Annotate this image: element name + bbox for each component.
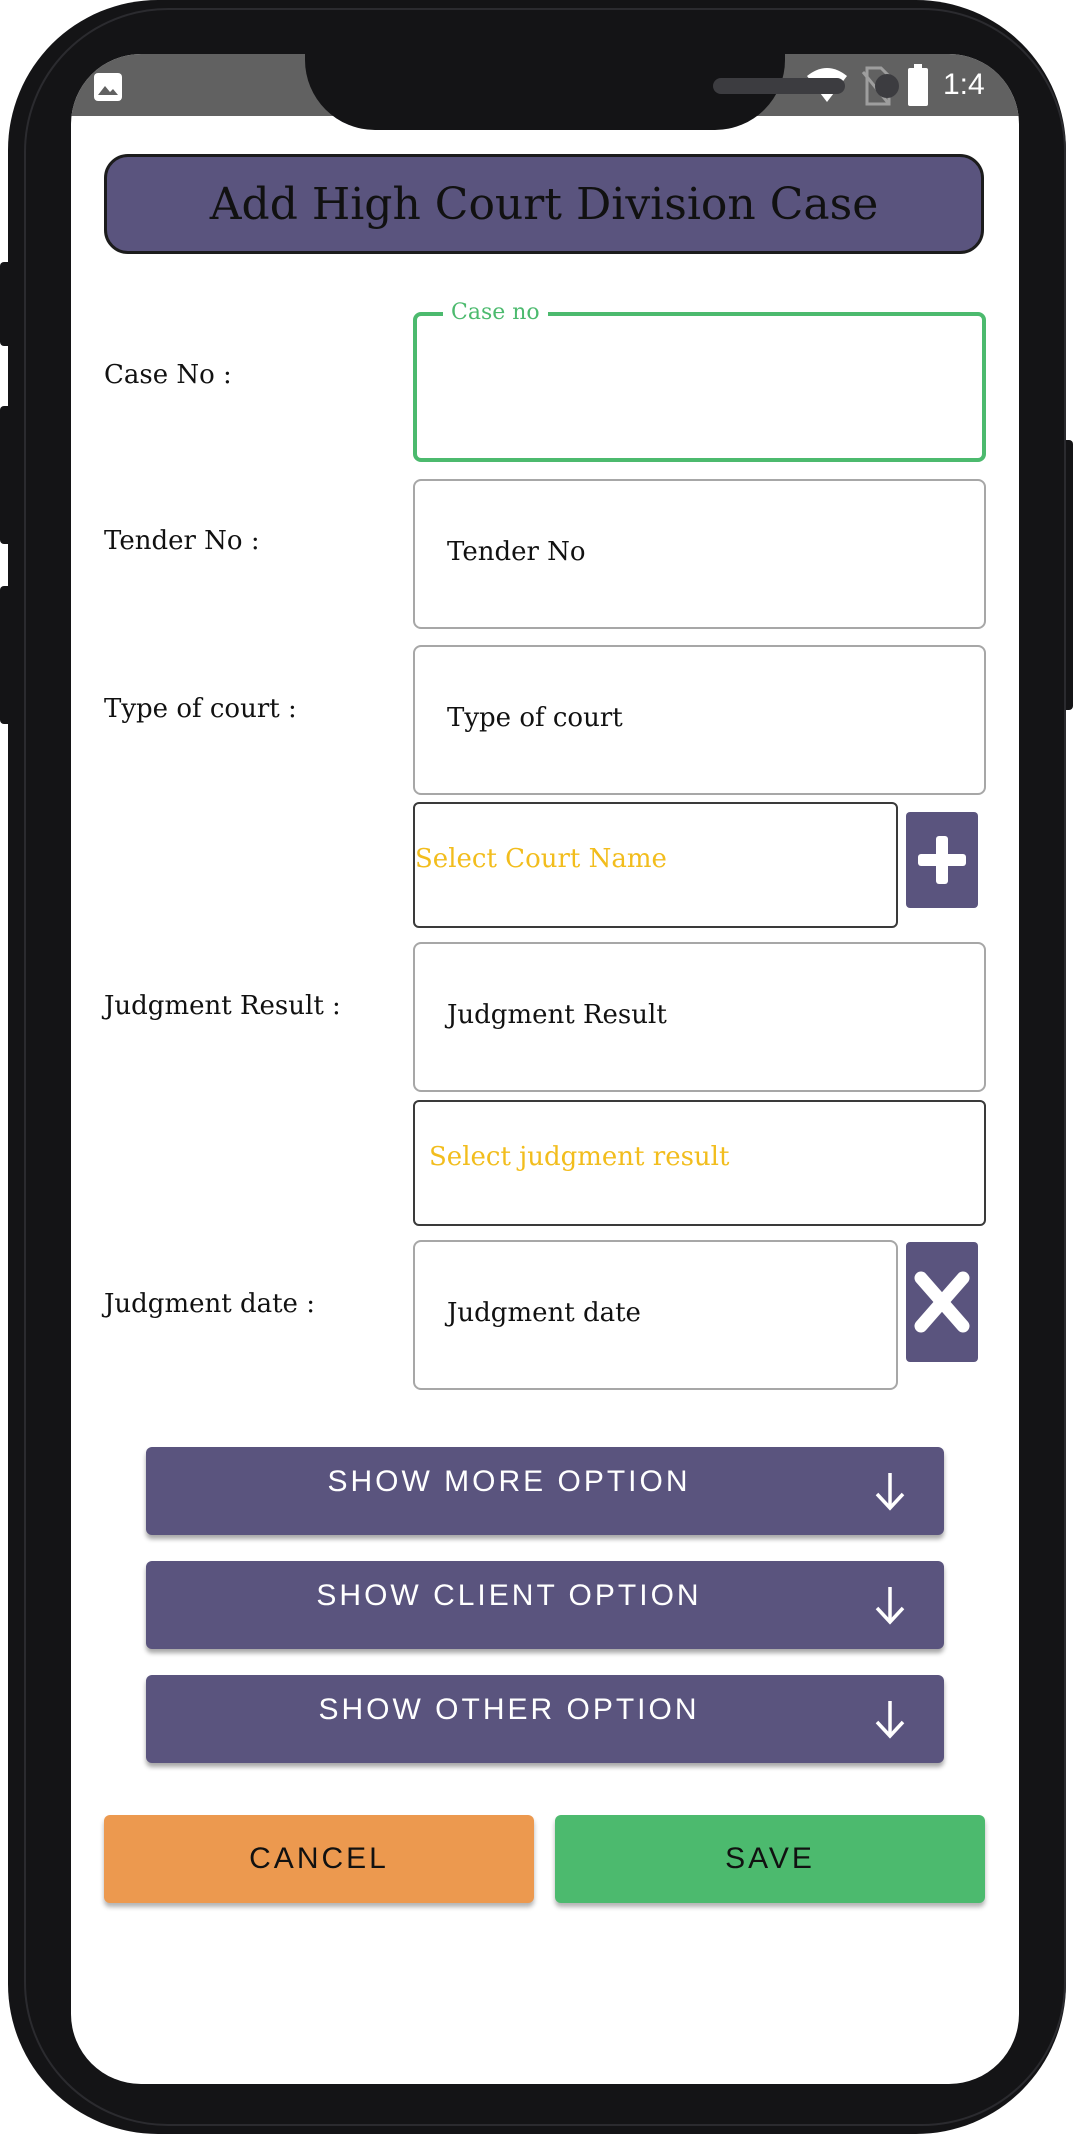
battery-icon (908, 64, 928, 106)
case-no-input[interactable]: Case no (413, 300, 986, 462)
judgment-date-placeholder: Judgment date (447, 1298, 641, 1328)
save-button[interactable]: SAVE (555, 1815, 985, 1903)
judgment-result-label: Judgment Result : (104, 991, 341, 1021)
front-camera (875, 74, 899, 98)
show-other-option-label: SHOW OTHER OPTION (318, 1693, 700, 1726)
judgment-result-select-placeholder: Select judgment result (429, 1142, 730, 1172)
show-other-option-button[interactable]: SHOW OTHER OPTION (146, 1675, 944, 1763)
court-name-select-placeholder: Select Court Name (415, 844, 667, 874)
case-no-label: Case No : (104, 360, 232, 390)
judgment-result-placeholder: Judgment Result (447, 1000, 667, 1030)
arrow-down-icon (875, 1701, 905, 1739)
arrow-down-icon (875, 1473, 905, 1511)
type-of-court-input[interactable]: Type of court (413, 645, 986, 795)
type-of-court-label: Type of court : (104, 694, 297, 724)
arrow-down-icon (875, 1587, 905, 1625)
phone-screen: 1:4 Add High Court Division Case Case No… (71, 54, 1019, 2084)
judgment-date-label: Judgment date : (104, 1289, 315, 1319)
case-no-floating-label: Case no (443, 300, 548, 325)
speaker-grille (713, 78, 845, 94)
show-client-option-label: SHOW CLIENT OPTION (316, 1579, 702, 1612)
tender-no-label: Tender No : (104, 526, 260, 556)
page-title-bar: Add High Court Division Case (104, 154, 984, 254)
phone-frame: 1:4 Add High Court Division Case Case No… (8, 0, 1066, 2134)
clear-date-button[interactable] (906, 1242, 978, 1362)
judgment-date-input[interactable]: Judgment date (413, 1240, 898, 1390)
tender-no-input[interactable]: Tender No (413, 479, 986, 629)
status-time: 1:4 (943, 68, 985, 101)
image-icon (94, 73, 122, 101)
judgment-result-input[interactable]: Judgment Result (413, 942, 986, 1092)
show-more-option-label: SHOW MORE OPTION (327, 1465, 691, 1498)
page-title: Add High Court Division Case (209, 178, 879, 230)
type-of-court-placeholder: Type of court (447, 703, 623, 733)
add-court-button[interactable] (906, 812, 978, 908)
close-icon (914, 1271, 970, 1333)
tender-no-placeholder: Tender No (447, 537, 586, 567)
cancel-button[interactable]: CANCEL (104, 1815, 534, 1903)
show-more-option-button[interactable]: SHOW MORE OPTION (146, 1447, 944, 1535)
court-name-select[interactable]: Select Court Name (413, 802, 898, 928)
camera-notch (305, 54, 899, 130)
plus-icon (918, 836, 966, 884)
show-client-option-button[interactable]: SHOW CLIENT OPTION (146, 1561, 944, 1649)
judgment-result-select[interactable]: Select judgment result (413, 1100, 986, 1226)
